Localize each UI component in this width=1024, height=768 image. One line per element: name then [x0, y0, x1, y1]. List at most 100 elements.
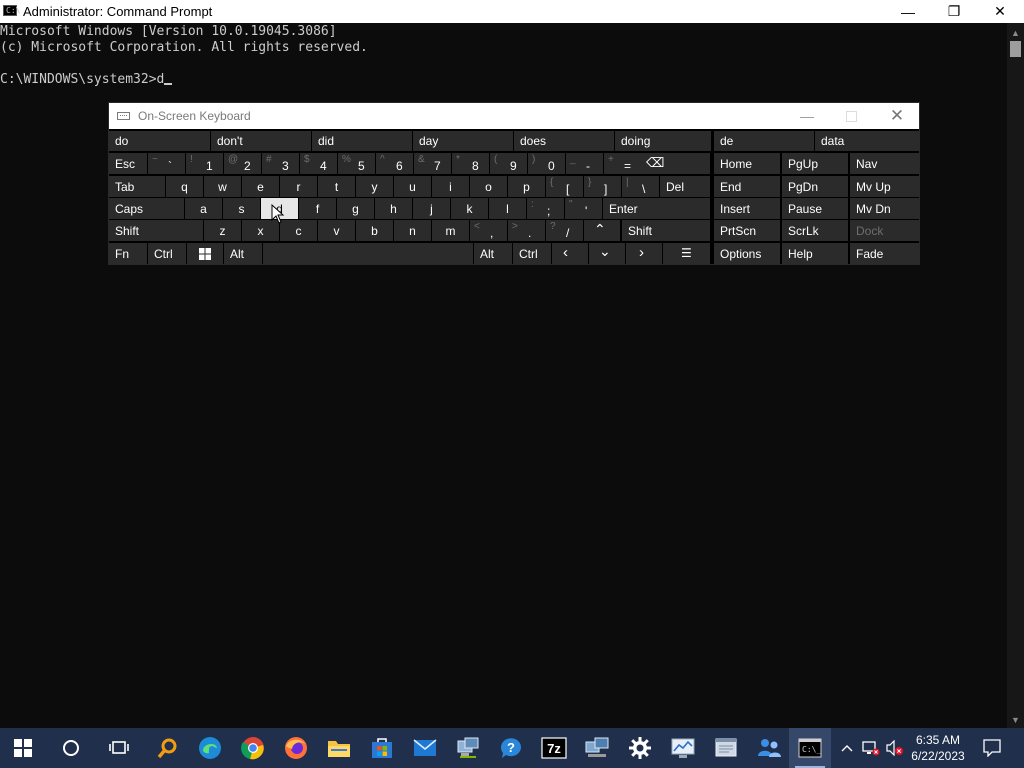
key-pgdn[interactable]: PgDn — [782, 176, 848, 197]
taskbar-chrome[interactable] — [232, 728, 274, 768]
minimize-button[interactable]: — — [885, 0, 931, 23]
taskbar-7zip[interactable]: 7z — [533, 728, 575, 768]
key-q[interactable]: q — [166, 176, 203, 197]
task-view-button[interactable] — [98, 728, 140, 768]
key-punct-0[interactable]: :; — [527, 198, 564, 219]
close-button[interactable]: ✕ — [977, 0, 1023, 23]
key-9[interactable]: (9 — [490, 153, 527, 174]
key-8[interactable]: * 8 — [452, 153, 489, 174]
key-e[interactable]: e — [242, 176, 279, 197]
taskbar-settings[interactable] — [619, 728, 661, 768]
key-menu[interactable]: ☰ — [663, 243, 710, 264]
key--[interactable]: _ - — [566, 153, 603, 174]
taskbar-monitor-tool[interactable] — [662, 728, 704, 768]
key-5[interactable]: % 5 — [338, 153, 375, 174]
key-insert[interactable]: Insert — [714, 198, 780, 219]
key-2[interactable]: @2 — [224, 153, 261, 174]
key-mv-up[interactable]: Mv Up — [850, 176, 919, 197]
key-w[interactable]: w — [204, 176, 241, 197]
taskbar-mail[interactable] — [404, 728, 446, 768]
key-0[interactable]: ) 0 — [528, 153, 565, 174]
taskbar-help[interactable]: ? — [490, 728, 532, 768]
key-v[interactable]: v — [318, 220, 355, 241]
prediction-do[interactable]: do — [109, 131, 210, 151]
osk-maximize-button[interactable] — [829, 103, 873, 129]
key-`[interactable]: ~ ` — [148, 153, 185, 174]
key-esc[interactable]: Esc — [109, 153, 147, 174]
osk-close-button[interactable]: ✕ — [875, 103, 919, 129]
key-6[interactable]: ^ 6 — [376, 153, 413, 174]
prediction-did[interactable]: did — [312, 131, 412, 151]
key-k[interactable]: k — [451, 198, 488, 219]
key-r[interactable]: r — [280, 176, 317, 197]
key-7[interactable]: & 7 — [414, 153, 451, 174]
key-fn[interactable]: Fn — [109, 243, 147, 264]
key-arrow-right[interactable]: › — [626, 243, 662, 264]
taskbar-people-tool[interactable] — [748, 728, 790, 768]
prediction-de[interactable]: de — [714, 131, 814, 151]
key-arrow-down[interactable]: ⌄ — [589, 243, 625, 264]
key-y[interactable]: y — [356, 176, 393, 197]
osk-titlebar[interactable]: On-Screen Keyboard — ✕ — [109, 103, 919, 129]
key-z[interactable]: z — [204, 220, 241, 241]
prediction-dont[interactable]: don't — [211, 131, 311, 151]
key-u[interactable]: u — [394, 176, 431, 197]
search-button[interactable] — [50, 728, 92, 768]
show-hidden-icons-button[interactable] — [838, 728, 856, 768]
key-space[interactable] — [263, 243, 473, 264]
taskbar-store[interactable] — [361, 728, 403, 768]
key-b[interactable]: b — [356, 220, 393, 241]
key-t[interactable]: t — [318, 176, 355, 197]
restore-button[interactable]: ❐ — [931, 0, 977, 23]
key-bracket-1[interactable]: }] — [584, 176, 621, 197]
taskbar-notes-tool[interactable] — [705, 728, 747, 768]
key-fade[interactable]: Fade — [850, 243, 919, 264]
key-g[interactable]: g — [337, 198, 374, 219]
key-4[interactable]: $4 — [300, 153, 337, 174]
key-arrow-up[interactable]: ⌃ — [584, 220, 620, 241]
key-n[interactable]: n — [394, 220, 431, 241]
key-mv-dn[interactable]: Mv Dn — [850, 198, 919, 219]
key-c[interactable]: c — [280, 220, 317, 241]
key-enter[interactable]: Enter — [603, 198, 710, 219]
system-clock[interactable]: 6:35 AM 6/22/2023 — [906, 732, 970, 764]
key-l[interactable]: l — [489, 198, 526, 219]
key-dock[interactable]: Dock — [850, 220, 919, 241]
prediction-data[interactable]: data — [815, 131, 919, 151]
key-scrlk[interactable]: ScrLk — [782, 220, 848, 241]
key-pgup[interactable]: PgUp — [782, 153, 848, 174]
osk-minimize-button[interactable]: — — [785, 103, 829, 129]
key-bracket-0[interactable]: {[ — [546, 176, 583, 197]
key-m[interactable]: m — [432, 220, 469, 241]
key-o[interactable]: o — [470, 176, 507, 197]
prediction-does[interactable]: does — [514, 131, 614, 151]
key-i[interactable]: i — [432, 176, 469, 197]
volume-tray-button[interactable] — [884, 728, 906, 768]
taskbar-file-explorer[interactable] — [318, 728, 360, 768]
console-output[interactable]: Microsoft Windows [Version 10.0.19045.30… — [0, 24, 368, 88]
key-prtscn[interactable]: PrtScn — [714, 220, 780, 241]
key-punct-1[interactable]: " ' — [565, 198, 602, 219]
key-tab[interactable]: Tab — [109, 176, 165, 197]
scroll-down-arrow-icon[interactable]: ▼ — [1011, 715, 1020, 725]
key-options[interactable]: Options — [714, 243, 780, 264]
key-bracket-2[interactable]: | \ — [622, 176, 659, 197]
prediction-day[interactable]: day — [413, 131, 513, 151]
key-alt-right[interactable]: Alt — [474, 243, 512, 264]
key-help[interactable]: Help — [782, 243, 848, 264]
notifications-button[interactable] — [976, 728, 1008, 768]
scroll-up-arrow-icon[interactable]: ▲ — [1011, 28, 1020, 38]
taskbar-search-app[interactable] — [147, 728, 189, 768]
scrollbar-thumb[interactable] — [1010, 41, 1021, 57]
key-3[interactable]: #3 — [262, 153, 299, 174]
key-1[interactable]: ! 1 — [186, 153, 223, 174]
key-end[interactable]: End — [714, 176, 780, 197]
key-f[interactable]: f — [299, 198, 336, 219]
key-pause[interactable]: Pause — [782, 198, 848, 219]
key-alt-left[interactable]: Alt — [224, 243, 262, 264]
network-tray-button[interactable] — [860, 728, 882, 768]
key-punct2-2[interactable]: ? / — [546, 220, 583, 241]
key-h[interactable]: h — [375, 198, 412, 219]
key-backspace[interactable]: ⌫ — [638, 153, 710, 174]
key-p[interactable]: p — [508, 176, 545, 197]
